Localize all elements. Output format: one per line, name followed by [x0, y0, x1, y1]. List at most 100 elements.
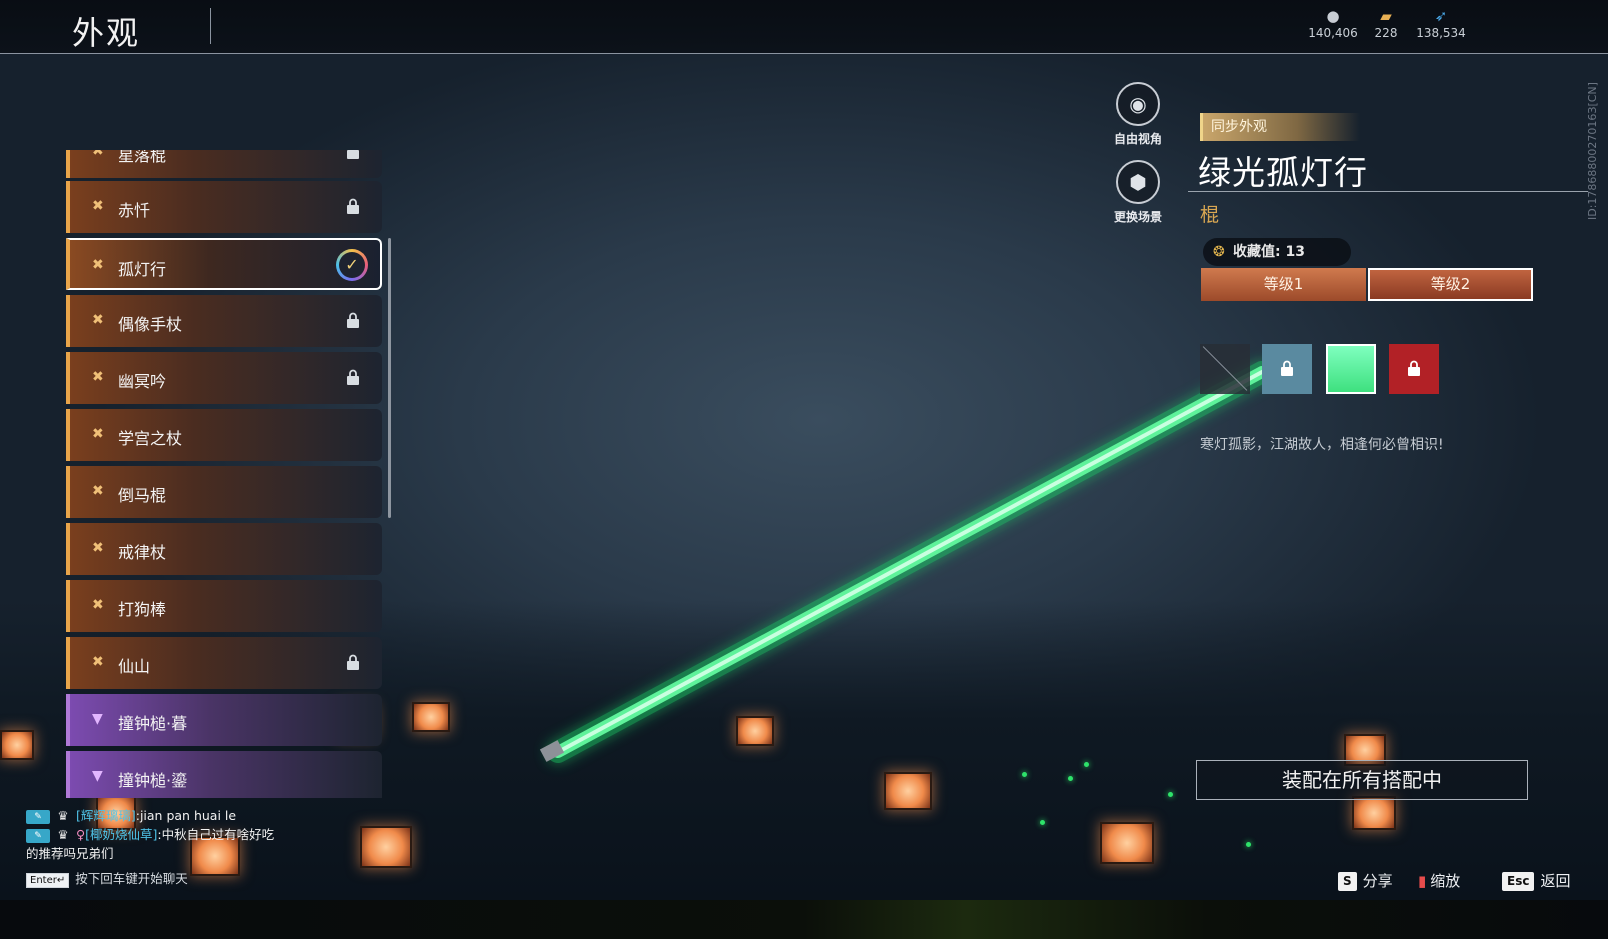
- green-spark: [1084, 762, 1089, 767]
- page-title: 外观: [72, 14, 141, 52]
- back-hotkey[interactable]: Esc 返回: [1502, 869, 1570, 893]
- weapon-type-icon: ✖: [92, 312, 104, 328]
- floating-lantern: [412, 702, 450, 732]
- floating-lantern: [884, 772, 932, 810]
- green-spark: [1168, 792, 1173, 797]
- ticket-icon: ▰: [1380, 7, 1392, 25]
- none-slash-icon: [1202, 346, 1248, 391]
- chat-message: ✎ ♛ [辉辉璃璃]:jian pan huai le: [26, 806, 346, 825]
- color-swatch-red[interactable]: [1389, 344, 1439, 394]
- weapon-type-icon: ✖: [92, 426, 104, 442]
- list-item[interactable]: ✖ 仙山: [66, 637, 382, 689]
- list-item-selected[interactable]: ✖ 孤灯行 ✓: [66, 238, 382, 290]
- top-bar: 外观 ● 140,406 ▰ 228 ➶ 138,534: [0, 0, 1608, 54]
- enter-key-icon: Enter↵: [26, 873, 70, 888]
- floating-lantern: [1100, 822, 1154, 864]
- weapon-list[interactable]: ✖ 星落棍 ✖ 赤忏 ✖ 孤灯行 ✓ ✖ 偶像手杖 ✖ 幽冥吟 ✖ 学宫之杖 ✖…: [66, 150, 384, 798]
- chat-text: :jian pan huai le: [135, 808, 237, 823]
- weapon-type-icon: ✖: [92, 369, 104, 385]
- floating-lantern: [360, 826, 412, 868]
- item-title: 绿光孤灯行: [1198, 153, 1368, 192]
- bottom-strip: [0, 900, 1608, 939]
- item-description: 寒灯孤影，江湖故人，相逢何必曾相识!: [1200, 437, 1444, 453]
- list-item[interactable]: ▼ 撞钟槌·鎏: [66, 751, 382, 798]
- chat-text: :中秋自己过有啥好吃: [157, 827, 275, 842]
- lock-icon: [347, 312, 359, 328]
- book-icon: ▮: [1418, 872, 1427, 890]
- lock-icon: [1281, 360, 1293, 376]
- equip-all-button[interactable]: 装配在所有搭配中: [1196, 760, 1528, 800]
- change-scene-button[interactable]: ⬢ 更换场景: [1100, 160, 1176, 225]
- free-view-label: 自由视角: [1113, 132, 1162, 146]
- lock-icon: [347, 369, 359, 385]
- guild-emblem-icon: ♛: [57, 808, 69, 823]
- share-hotkey[interactable]: S 分享: [1338, 869, 1393, 893]
- floating-lantern: [0, 730, 34, 760]
- list-item[interactable]: ✖ 倒马棍: [66, 466, 382, 518]
- guild-emblem-icon: ♛: [57, 827, 69, 842]
- chat-hint[interactable]: Enter↵ 按下回车键开始聊天: [26, 869, 346, 888]
- channel-badge-icon: ✎: [26, 828, 50, 843]
- list-item-label: 撞钟槌·暮: [118, 714, 188, 733]
- chat-hint-text: 按下回车键开始聊天: [75, 871, 188, 886]
- item-type: 棍: [1200, 204, 1220, 226]
- list-scrollbar[interactable]: [388, 238, 391, 518]
- zoom-hotkey[interactable]: ▮ 缩放: [1418, 869, 1460, 893]
- share-label: 分享: [1362, 872, 1393, 890]
- list-item[interactable]: ✖ 赤忏: [66, 181, 382, 233]
- green-spark: [1040, 820, 1045, 825]
- sync-appearance-tag: 同步外观: [1200, 113, 1360, 141]
- list-item-label: 幽冥吟: [118, 372, 167, 391]
- weapon-type-icon: ✖: [92, 540, 104, 556]
- color-swatch-blue[interactable]: [1262, 344, 1312, 394]
- list-item-label: 戒律杖: [118, 543, 167, 562]
- list-item[interactable]: ▼ 撞钟槌·暮: [66, 694, 382, 746]
- list-item[interactable]: ✖ 打狗棒: [66, 580, 382, 632]
- free-view-button[interactable]: ◉ 自由视角: [1100, 82, 1176, 147]
- collection-value-badge: ❂ 收藏值: 13: [1203, 238, 1351, 266]
- weapon-type-icon: ✖: [92, 483, 104, 499]
- list-item-label: 撞钟槌·鎏: [118, 771, 188, 790]
- lock-icon: [1408, 360, 1420, 376]
- scene-cube-icon: ⬢: [1116, 160, 1160, 204]
- floating-lantern: [736, 716, 774, 746]
- chat-sender[interactable]: [辉辉璃璃]: [76, 808, 136, 823]
- female-icon: ♀: [75, 827, 86, 842]
- list-item[interactable]: ✖ 学宫之杖: [66, 409, 382, 461]
- player-id: ID:1786880027016З[CN]: [1586, 82, 1599, 220]
- green-spark: [1068, 776, 1073, 781]
- chat-message-continuation: 的推荐吗兄弟们: [26, 846, 114, 861]
- green-spark: [1022, 772, 1027, 777]
- weapon-type-icon: ✖: [92, 198, 104, 214]
- level-2-tab[interactable]: 等级2: [1368, 268, 1533, 301]
- list-item[interactable]: ✖ 偶像手杖: [66, 295, 382, 347]
- color-swatch-green[interactable]: [1326, 344, 1376, 394]
- chat-box[interactable]: ✎ ♛ [辉辉璃璃]:jian pan huai le ✎ ♛ ♀[椰奶烧仙草]…: [26, 806, 346, 888]
- floating-lantern: [1352, 796, 1396, 830]
- weapon-type-icon: ✖: [92, 654, 104, 670]
- change-scene-label: 更换场景: [1113, 210, 1162, 224]
- list-item[interactable]: ✖ 星落棍: [66, 150, 382, 178]
- collection-value-text: 收藏值: 13: [1233, 244, 1305, 260]
- chat-message: ✎ ♛ ♀[椰奶烧仙草]:中秋自己过有啥好吃: [26, 825, 346, 844]
- channel-badge-icon: ✎: [26, 809, 50, 824]
- list-item-label: 倒马棍: [118, 486, 167, 505]
- level-1-tab[interactable]: 等级1: [1201, 268, 1366, 301]
- weapon-type-icon: ✖: [92, 257, 104, 273]
- lock-icon: [347, 150, 359, 159]
- currency-value: 228: [1374, 26, 1398, 40]
- weapon-type-icon: ▼: [92, 711, 103, 727]
- list-item[interactable]: ✖ 戒律杖: [66, 523, 382, 575]
- list-item-label: 仙山: [118, 657, 151, 676]
- chat-sender[interactable]: [椰奶烧仙草]: [85, 827, 157, 842]
- weapon-type-icon: ✖: [92, 597, 104, 613]
- esc-key: Esc: [1502, 872, 1535, 891]
- list-item[interactable]: ✖ 幽冥吟: [66, 352, 382, 404]
- feather-icon: ➶: [1434, 7, 1448, 25]
- weapon-type-icon: ✖: [92, 150, 104, 159]
- list-item-label: 赤忏: [118, 201, 151, 220]
- color-swatch-none[interactable]: [1200, 344, 1250, 394]
- zoom-label: 缩放: [1430, 872, 1461, 890]
- list-item-label: 孤灯行: [118, 260, 167, 279]
- camera-icon: ◉: [1116, 82, 1160, 126]
